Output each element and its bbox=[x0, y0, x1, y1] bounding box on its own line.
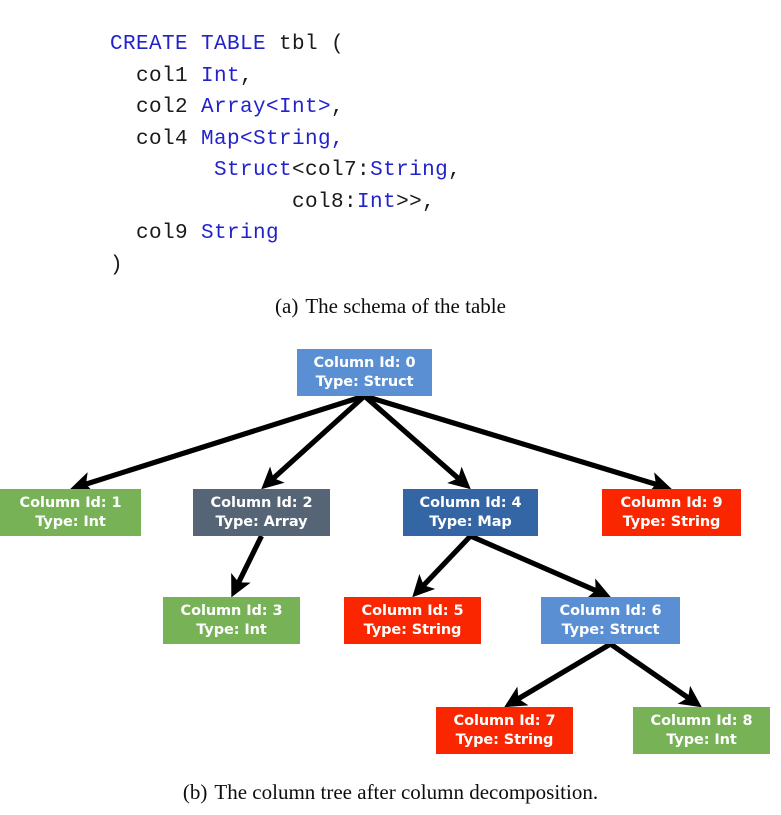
figure-caption-b: (b) The column tree after column decompos… bbox=[0, 780, 781, 805]
node-type: Type: Map bbox=[429, 513, 512, 530]
code-token: , bbox=[448, 159, 462, 182]
code-line-3: col4 Map<String, bbox=[110, 124, 461, 156]
node-column-id: Column Id: 1 bbox=[19, 494, 122, 511]
code-line-2: col2 Array<Int>, bbox=[110, 92, 461, 124]
tree-edge-node-6-to-node-7 bbox=[504, 641, 612, 708]
node-type: Type: String bbox=[622, 513, 721, 530]
tree-edge-node-0-to-node-9 bbox=[363, 393, 672, 494]
node-column-id: Column Id: 0 bbox=[313, 354, 416, 371]
code-line-4: Struct<col7:String, bbox=[110, 155, 461, 187]
tree-node-5: Column Id: 5 Type: String bbox=[344, 597, 481, 644]
code-token: Int bbox=[201, 64, 241, 88]
code-token: col9 bbox=[110, 222, 202, 245]
code-line-1: col1 Int, bbox=[110, 61, 461, 93]
code-token: , bbox=[240, 64, 254, 88]
code-token: >>, bbox=[396, 190, 436, 214]
node-column-id: Column Id: 4 bbox=[419, 494, 522, 511]
code-token: Array<Int> bbox=[201, 96, 332, 119]
tree-node-6: Column Id: 6 Type: Struct bbox=[541, 597, 680, 644]
tree-node-4: Column Id: 4 Type: Map bbox=[403, 489, 538, 536]
node-column-id: Column Id: 2 bbox=[210, 494, 313, 511]
tree-edge-node-6-to-node-8 bbox=[609, 641, 702, 708]
schema-code-listing: CREATE TABLE tbl ( col1 Int, col2 Array<… bbox=[0, 0, 781, 288]
tree-edge-node-4-to-node-6 bbox=[469, 533, 611, 599]
node-type: Type: Struct bbox=[315, 373, 414, 390]
tree-node-7: Column Id: 7 Type: String bbox=[436, 707, 573, 754]
figure-caption-a: (a) The schema of the table bbox=[0, 294, 781, 319]
caption-a-label: (a) bbox=[275, 294, 299, 318]
code-line-5: col8:Int>>, bbox=[110, 187, 461, 219]
tree-node-8: Column Id: 8 Type: Int bbox=[633, 707, 770, 754]
code-token: col1 bbox=[110, 64, 202, 88]
node-type: Type: Array bbox=[215, 513, 308, 530]
tree-edge-node-0-to-node-1 bbox=[70, 393, 366, 493]
node-type: Type: Int bbox=[666, 731, 737, 748]
code-token: ) bbox=[110, 253, 124, 277]
tree-edge-node-2-to-node-3 bbox=[231, 534, 264, 598]
caption-b-text: The column tree after column decompositi… bbox=[214, 780, 599, 804]
tree-node-0: Column Id: 0 Type: Struct bbox=[297, 349, 432, 396]
code-token: String bbox=[370, 159, 449, 182]
tree-edge-node-4-to-node-5 bbox=[412, 534, 473, 598]
node-column-id: Column Id: 9 bbox=[620, 494, 723, 511]
node-type: Type: Struct bbox=[561, 621, 660, 638]
column-tree-figure: Column Id: 0 Type: Struct Column Id: 1 Type… bbox=[0, 330, 781, 780]
code-token: col8: bbox=[110, 190, 358, 214]
code-token: tbl ( bbox=[279, 33, 345, 56]
code-line-0: CREATE TABLE tbl ( bbox=[110, 29, 461, 61]
node-type: Type: String bbox=[455, 731, 554, 748]
tree-node-1: Column Id: 1 Type: Int bbox=[0, 489, 141, 536]
code-token: CREATE TABLE bbox=[110, 33, 280, 56]
sql-schema-code: CREATE TABLE tbl ( col1 Int, col2 Array<… bbox=[110, 29, 461, 281]
code-line-7: ) bbox=[110, 250, 461, 282]
code-token: col4 bbox=[110, 127, 202, 151]
code-token: Map<String, bbox=[201, 127, 345, 151]
code-token: Struct bbox=[214, 159, 293, 182]
node-column-id: Column Id: 7 bbox=[453, 712, 556, 729]
node-column-id: Column Id: 6 bbox=[559, 602, 662, 619]
code-token: <col7: bbox=[292, 159, 371, 182]
tree-node-9: Column Id: 9 Type: String bbox=[602, 489, 741, 536]
node-column-id: Column Id: 5 bbox=[361, 602, 464, 619]
code-token: col2 bbox=[110, 96, 202, 119]
code-line-6: col9 String bbox=[110, 218, 461, 250]
code-token: , bbox=[331, 96, 345, 119]
caption-b-label: (b) bbox=[182, 780, 208, 804]
code-token: String bbox=[201, 222, 280, 245]
node-type: Type: Int bbox=[35, 513, 106, 530]
node-column-id: Column Id: 3 bbox=[180, 602, 283, 619]
node-column-id: Column Id: 8 bbox=[650, 712, 753, 729]
tree-node-3: Column Id: 3 Type: Int bbox=[163, 597, 300, 644]
tree-node-2: Column Id: 2 Type: Array bbox=[193, 489, 330, 536]
node-type: Type: String bbox=[363, 621, 462, 638]
node-type: Type: Int bbox=[196, 621, 267, 638]
code-token: Int bbox=[357, 190, 397, 214]
caption-a-text: The schema of the table bbox=[305, 294, 506, 318]
